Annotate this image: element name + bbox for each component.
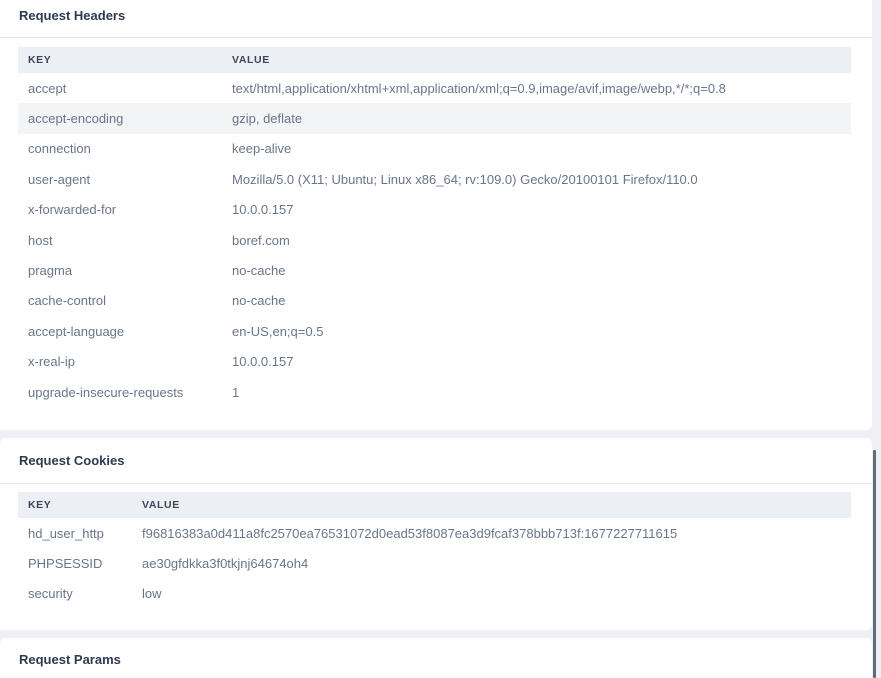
table-header-row: KEY VALUE <box>18 492 851 518</box>
column-header-value: VALUE <box>132 492 851 518</box>
table-row: user-agent Mozilla/5.0 (X11; Ubuntu; Lin… <box>18 164 851 194</box>
header-key: accept-language <box>28 323 125 339</box>
header-value: boref.com <box>232 232 290 248</box>
cookie-key: security <box>28 586 73 602</box>
request-cookies-title: Request Cookies <box>0 438 872 484</box>
header-value: no-cache <box>232 263 286 279</box>
cookie-key: hd_user_http <box>28 525 104 541</box>
scrollbar-thumb[interactable] <box>873 450 876 678</box>
table-row: PHPSESSID ae30gfdkka3f0tkjnj64674oh4 <box>18 548 851 578</box>
cookie-value: ae30gfdkka3f0tkjnj64674oh4 <box>142 556 309 572</box>
header-key: accept <box>28 80 67 96</box>
table-header-row: KEY VALUE <box>18 47 851 73</box>
table-row: accept-language en-US,en;q=0.5 <box>18 316 851 346</box>
table-row: host boref.com <box>18 225 851 255</box>
request-headers-table: KEY VALUE accept text/html,application/x… <box>18 47 851 407</box>
header-value: keep-alive <box>232 141 292 157</box>
header-value: 1 <box>232 384 240 400</box>
header-key: connection <box>28 141 91 157</box>
request-params-title: Request Params <box>19 652 121 667</box>
cookie-value: f96816383a0d411a8fc2570ea76531072d0ead53… <box>142 525 678 541</box>
header-key: x-forwarded-for <box>28 202 117 218</box>
header-value: 10.0.0.157 <box>232 354 294 370</box>
header-key: host <box>28 232 53 248</box>
header-value: text/html,application/xhtml+xml,applicat… <box>232 80 726 96</box>
header-key: user-agent <box>28 171 91 187</box>
table-row: pragma no-cache <box>18 255 851 285</box>
table-row: x-real-ip 10.0.0.157 <box>18 347 851 377</box>
header-value: Mozilla/5.0 (X11; Ubuntu; Linux x86_64; … <box>232 171 698 187</box>
table-row: hd_user_http f96816383a0d411a8fc2570ea76… <box>18 518 851 548</box>
request-headers-panel: Request Headers KEY VALUE accept text/ht… <box>0 0 872 430</box>
column-header-key: KEY <box>18 47 222 73</box>
header-key: accept-encoding <box>18 103 222 134</box>
table-row: accept text/html,application/xhtml+xml,a… <box>18 73 851 103</box>
header-key: x-real-ip <box>28 354 75 370</box>
table-row: connection keep-alive <box>18 134 851 164</box>
header-value: 10.0.0.157 <box>232 202 294 218</box>
cookie-value: low <box>142 586 162 602</box>
header-key: pragma <box>28 263 73 279</box>
request-cookies-table: KEY VALUE hd_user_http f96816383a0d411a8… <box>18 492 851 609</box>
header-key: upgrade-insecure-requests <box>28 384 184 400</box>
cookie-key: PHPSESSID <box>28 556 103 572</box>
header-value: en-US,en;q=0.5 <box>232 323 324 339</box>
request-cookies-panel: Request Cookies KEY VALUE hd_user_http f… <box>0 438 872 630</box>
table-row: security low <box>18 579 851 609</box>
request-inspector: Request Headers KEY VALUE accept text/ht… <box>0 0 881 678</box>
request-params-panel: Request Params <box>0 638 872 678</box>
column-header-value: VALUE <box>222 47 851 73</box>
header-value: no-cache <box>232 293 286 309</box>
header-value: gzip, deflate <box>222 103 851 134</box>
table-row: upgrade-insecure-requests 1 <box>18 377 851 407</box>
request-headers-title: Request Headers <box>0 0 872 38</box>
table-row: cache-control no-cache <box>18 286 851 316</box>
table-row: x-forwarded-for 10.0.0.157 <box>18 195 851 225</box>
header-key: cache-control <box>28 293 107 309</box>
column-header-key: KEY <box>18 492 132 518</box>
table-row: accept-encoding gzip, deflate <box>18 103 851 134</box>
